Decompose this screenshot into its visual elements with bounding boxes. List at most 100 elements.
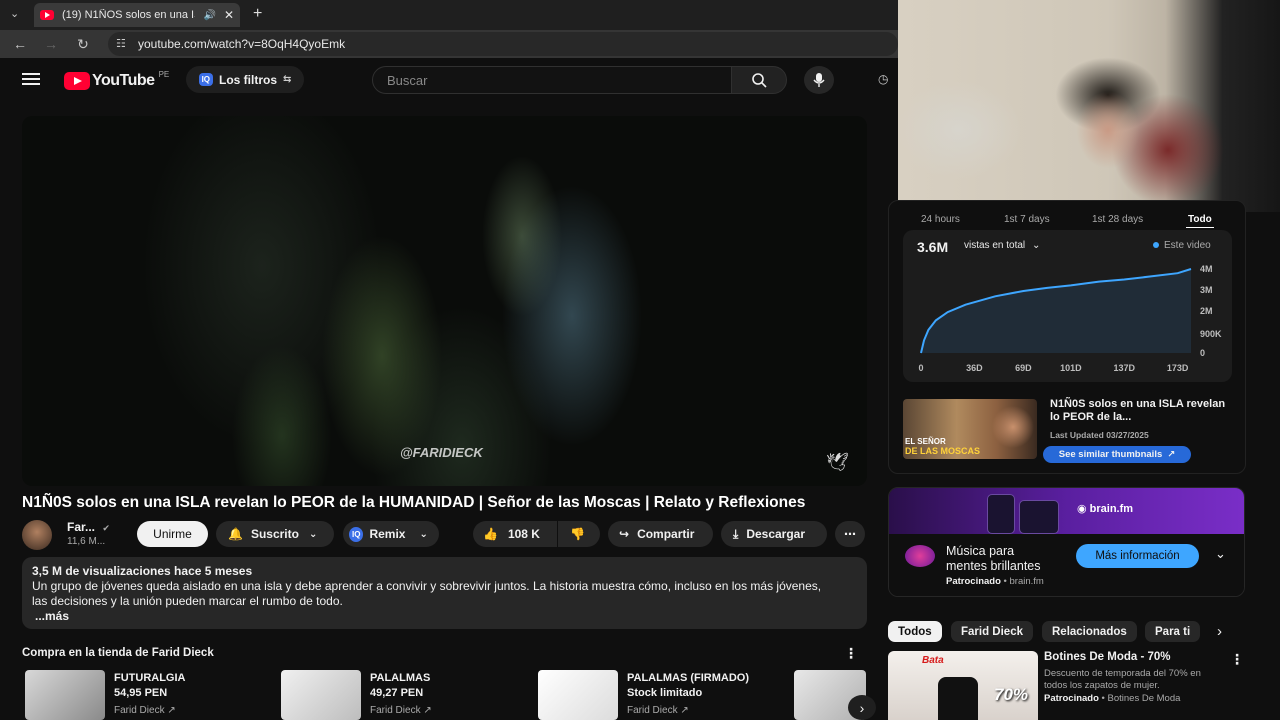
- advertiser-name: Botines De Moda: [1107, 693, 1181, 704]
- site-info-icon[interactable]: ☷: [116, 37, 126, 50]
- more-actions-button[interactable]: ⋯: [835, 521, 865, 547]
- ad-sponsor: Patrocinado • brain.fm: [946, 576, 1044, 587]
- subscriber-count: 11,6 M...: [67, 536, 106, 547]
- chevron-down-icon: ⌄: [1031, 240, 1041, 251]
- browser-tab[interactable]: (19) N1ÑOS solos en una ISL 🔊 ✕: [34, 3, 240, 27]
- tab-close-icon[interactable]: ✕: [224, 8, 234, 22]
- remix-label: Remix: [369, 527, 406, 541]
- range-tab-24h[interactable]: 24 hours: [921, 214, 960, 225]
- speaker-icon[interactable]: 🔊: [203, 10, 215, 21]
- iq-badge: IQ: [349, 526, 364, 542]
- boot-graphic: [938, 677, 978, 720]
- x-tick-label: 173D: [1167, 363, 1189, 373]
- voice-search-button[interactable]: [804, 66, 834, 94]
- chip-farid-dieck[interactable]: Farid Dieck: [951, 621, 1033, 642]
- external-link-icon: ↗: [423, 705, 432, 716]
- product-shop[interactable]: Farid Dieck ↗: [370, 705, 432, 716]
- back-icon[interactable]: ←: [12, 36, 28, 52]
- like-button[interactable]: 👍 108 K: [473, 521, 557, 547]
- description-box[interactable]: 3,5 M de visualizaciones hace 5 meses Un…: [22, 557, 867, 629]
- join-button[interactable]: Unirme: [137, 521, 208, 547]
- youtube-favicon-icon: [40, 10, 54, 20]
- chip-for-you-label: Para ti: [1155, 625, 1191, 638]
- share-button[interactable]: ↪ Compartir: [608, 521, 713, 547]
- product-price: Stock limitado: [627, 687, 703, 699]
- metric-selector[interactable]: vistas en total ⌄: [964, 240, 1040, 251]
- shop-next-button[interactable]: ›: [848, 695, 876, 720]
- y-tick-label: 2M: [1200, 306, 1213, 316]
- sponsored-more-icon[interactable]: ⋮: [1230, 651, 1244, 668]
- search-input[interactable]: Buscar: [372, 66, 732, 94]
- y-tick-label: 3M: [1200, 285, 1213, 295]
- product-shop[interactable]: Farid Dieck ↗: [114, 705, 176, 716]
- see-similar-thumbnails-button[interactable]: See similar thumbnails ↗: [1043, 446, 1191, 463]
- product-price: 54,95 PEN: [114, 687, 168, 699]
- chip-for-you[interactable]: Para ti: [1145, 621, 1200, 642]
- x-tick-label: 69D: [1015, 363, 1032, 373]
- range-tab-28d[interactable]: 1st 28 days: [1092, 214, 1143, 225]
- menu-icon[interactable]: [22, 70, 40, 88]
- chip-related[interactable]: Relacionados: [1042, 621, 1137, 642]
- tab-search-icon[interactable]: ⌄: [10, 7, 19, 20]
- history-icon[interactable]: ◷: [878, 72, 888, 86]
- address-bar[interactable]: ☷ youtube.com/watch?v=8OqH4QyoEmk: [108, 32, 898, 56]
- share-label: Compartir: [637, 527, 695, 541]
- views-chart: 0 900K 2M 3M 4M 0 36D 69D 101D 137D 173D: [918, 264, 1222, 373]
- share-icon: ↪: [619, 527, 630, 541]
- sponsored-product-title[interactable]: Botines De Moda - 70%: [1044, 651, 1171, 663]
- chip-all[interactable]: Todos: [888, 621, 942, 642]
- video-player[interactable]: [22, 116, 867, 486]
- sliders-icon: ⇆: [283, 74, 292, 85]
- filters-button[interactable]: IQ Los filtros ⇆: [186, 66, 304, 93]
- dove-icon: 🕊: [826, 452, 849, 472]
- chips-next-icon[interactable]: ›: [1217, 623, 1222, 640]
- related-updated: Last Updated 03/27/2025: [1050, 430, 1149, 440]
- channel-name[interactable]: Far... ✔: [67, 520, 110, 534]
- forward-icon[interactable]: →: [43, 36, 59, 52]
- phone-graphic: [987, 494, 1015, 534]
- product-shop[interactable]: Farid Dieck ↗: [627, 705, 689, 716]
- channel-avatar[interactable]: [22, 520, 52, 550]
- chevron-right-icon: ›: [859, 699, 865, 716]
- search-icon: [752, 73, 767, 88]
- discount-percent: 70%: [994, 685, 1029, 704]
- related-thumbnail[interactable]: EL SEÑOR DE LAS MOSCAS: [903, 399, 1037, 459]
- thumb-text-1: EL SEÑOR: [905, 437, 946, 446]
- y-tick-label: 4M: [1200, 264, 1213, 274]
- video-watermark: @FARIDIECK: [400, 445, 483, 460]
- subscribed-button[interactable]: 🔔 Suscrito ⌄: [216, 521, 334, 547]
- ad-card[interactable]: ◉ brain.fm Música para mentes brillantes…: [888, 487, 1245, 597]
- chevron-down-icon[interactable]: ⌄: [1215, 546, 1226, 562]
- ad-body: Música para mentes brillantes Patrocinad…: [889, 534, 1244, 596]
- x-tick-label: 101D: [1060, 363, 1082, 373]
- ad-banner[interactable]: ◉ brain.fm: [889, 488, 1244, 534]
- more-info-button[interactable]: Más información: [1076, 544, 1199, 568]
- remix-button[interactable]: IQ Remix ⌄: [343, 521, 439, 547]
- product-image: [281, 670, 361, 720]
- verified-icon: ✔: [102, 523, 110, 533]
- product-shop-text: Farid Dieck: [627, 705, 678, 716]
- youtube-logo[interactable]: YouTube PE: [64, 70, 169, 90]
- product-shop-text: Farid Dieck: [370, 705, 421, 716]
- new-tab-icon[interactable]: +: [253, 5, 262, 23]
- search-button[interactable]: [731, 66, 787, 94]
- dislike-button[interactable]: 👎: [558, 521, 600, 547]
- reload-icon[interactable]: ↻: [75, 36, 91, 52]
- range-tab-all[interactable]: Todo: [1188, 214, 1212, 225]
- total-views: 3.6M: [917, 239, 949, 255]
- legend-dot: [1153, 242, 1159, 248]
- shop-more-icon[interactable]: ⋮: [844, 645, 858, 662]
- brainfm-logo-icon: [905, 545, 935, 567]
- show-more-link[interactable]: ...más: [35, 609, 857, 624]
- range-tab-7d[interactable]: 1st 7 days: [1004, 214, 1050, 225]
- more-horizontal-icon: ⋯: [844, 527, 856, 541]
- sponsored-label: Patrocinado: [946, 576, 1001, 587]
- view-count-date: 3,5 M de visualizaciones hace 5 meses: [32, 564, 253, 578]
- join-label: Unirme: [153, 527, 192, 541]
- download-icon: ⤓: [733, 526, 739, 541]
- download-button[interactable]: ⤓ Descargar: [721, 521, 827, 547]
- sponsored-product-image[interactable]: Bata 70%: [888, 651, 1038, 720]
- ad-brand-text: brain.fm: [1089, 503, 1134, 515]
- logo-text: YouTube: [92, 72, 155, 89]
- product-shop-text: Farid Dieck: [114, 705, 165, 716]
